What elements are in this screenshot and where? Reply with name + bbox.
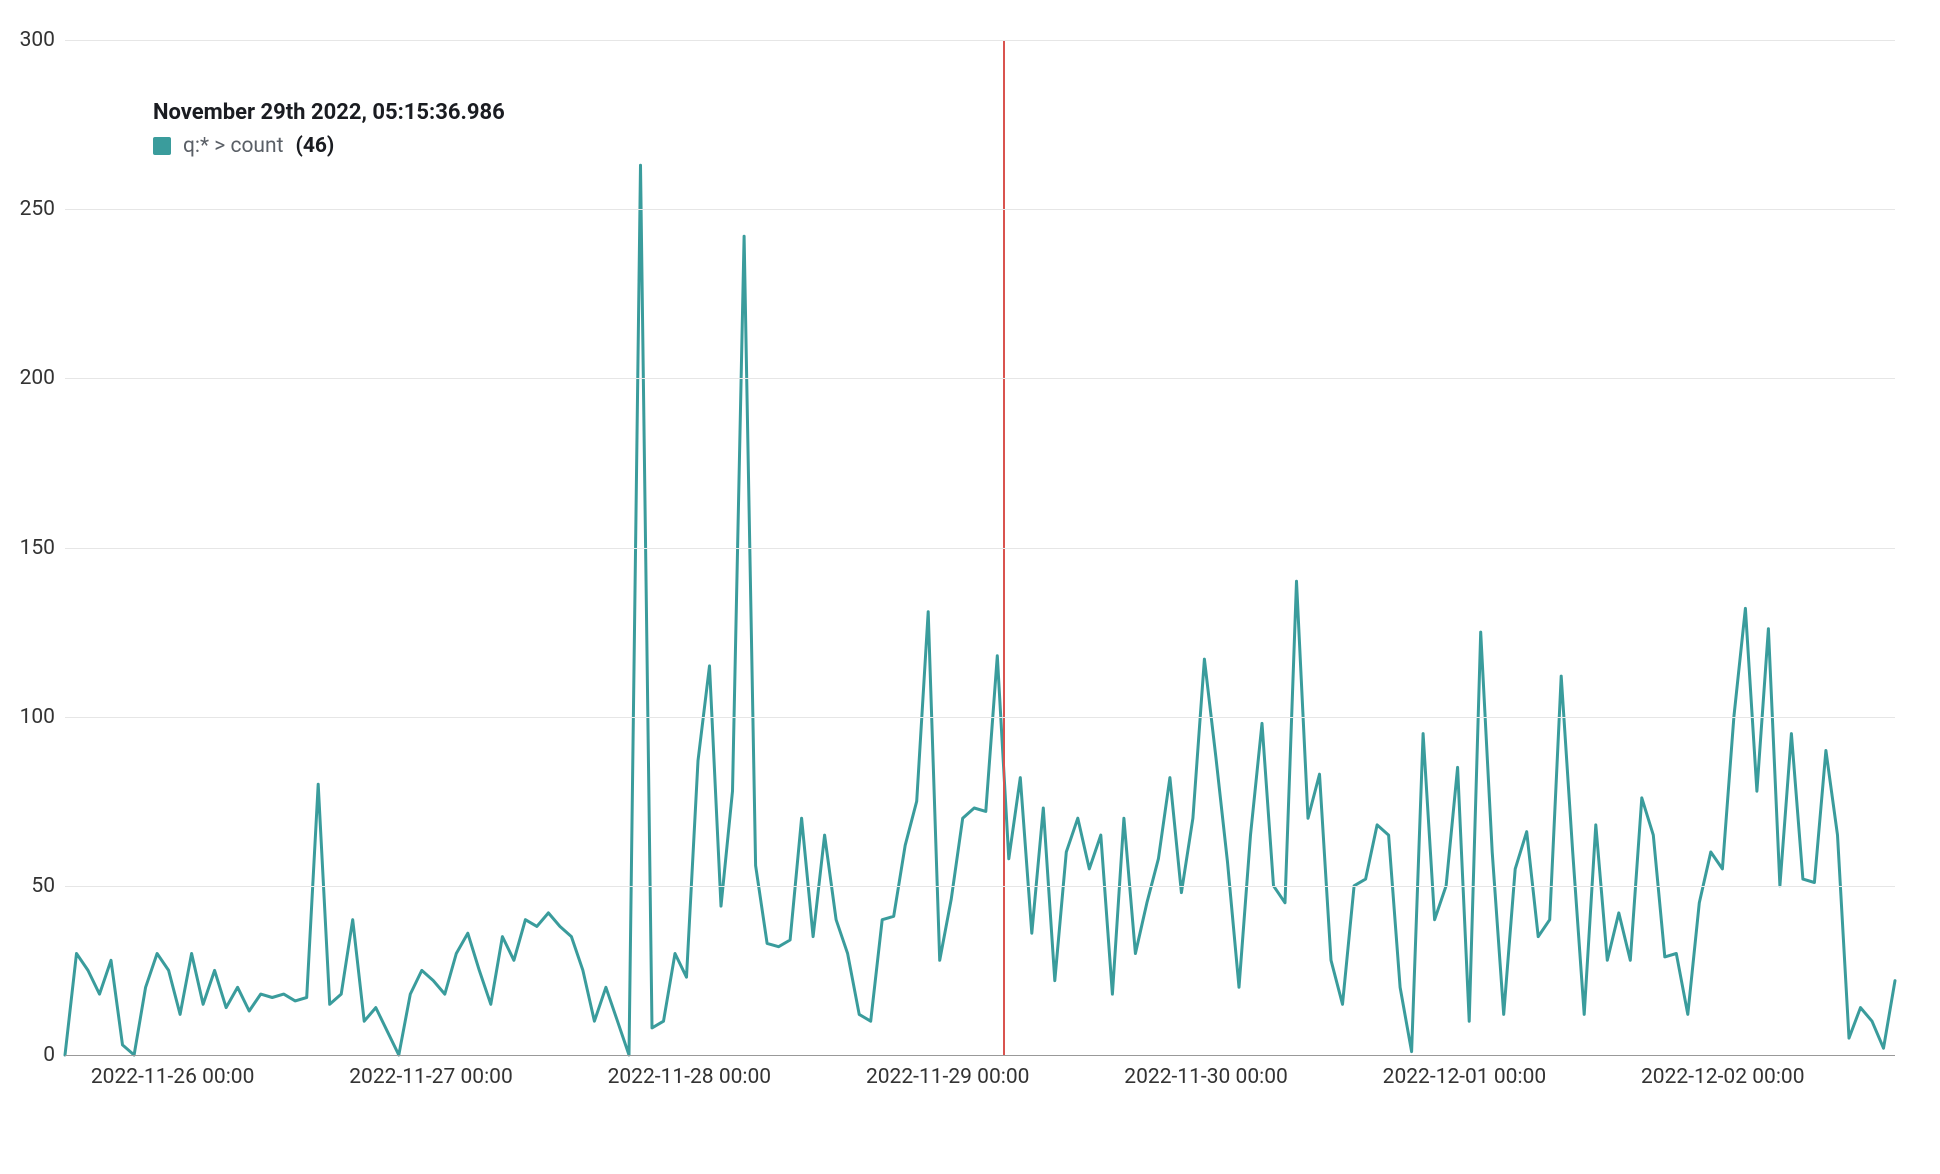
y-tick-label: 50 <box>31 874 55 898</box>
tooltip: November 29th 2022, 05:15:36.986 q:* > c… <box>153 98 505 160</box>
x-tick-label: 2022-11-26 00:00 <box>91 1065 255 1089</box>
chart-container: November 29th 2022, 05:15:36.986 q:* > c… <box>0 0 1940 1174</box>
x-tick-label: 2022-11-28 00:00 <box>608 1065 772 1089</box>
grid-line <box>65 886 1895 887</box>
y-tick-label: 0 <box>43 1043 55 1067</box>
y-tick-label: 250 <box>20 197 55 221</box>
tooltip-timestamp: November 29th 2022, 05:15:36.986 <box>153 98 505 128</box>
legend-swatch-icon <box>153 137 171 155</box>
y-tick-label: 300 <box>20 28 55 52</box>
y-tick-label: 200 <box>20 366 55 390</box>
x-tick-label: 2022-11-29 00:00 <box>866 1065 1030 1089</box>
y-tick-label: 100 <box>20 705 55 729</box>
tooltip-value: (46) <box>295 132 334 160</box>
grid-line <box>65 209 1895 210</box>
x-axis-line <box>65 1055 1895 1056</box>
x-tick-label: 2022-11-27 00:00 <box>349 1065 513 1089</box>
plot-area[interactable]: November 29th 2022, 05:15:36.986 q:* > c… <box>65 40 1895 1055</box>
grid-line <box>65 717 1895 718</box>
grid-line <box>65 548 1895 549</box>
y-tick-label: 150 <box>20 536 55 560</box>
x-tick-label: 2022-12-02 00:00 <box>1641 1065 1805 1089</box>
tooltip-series-label: q:* > count <box>183 132 283 160</box>
x-tick-label: 2022-11-30 00:00 <box>1124 1065 1288 1089</box>
x-tick-label: 2022-12-01 00:00 <box>1383 1065 1547 1089</box>
grid-line <box>65 378 1895 379</box>
grid-line <box>65 40 1895 41</box>
